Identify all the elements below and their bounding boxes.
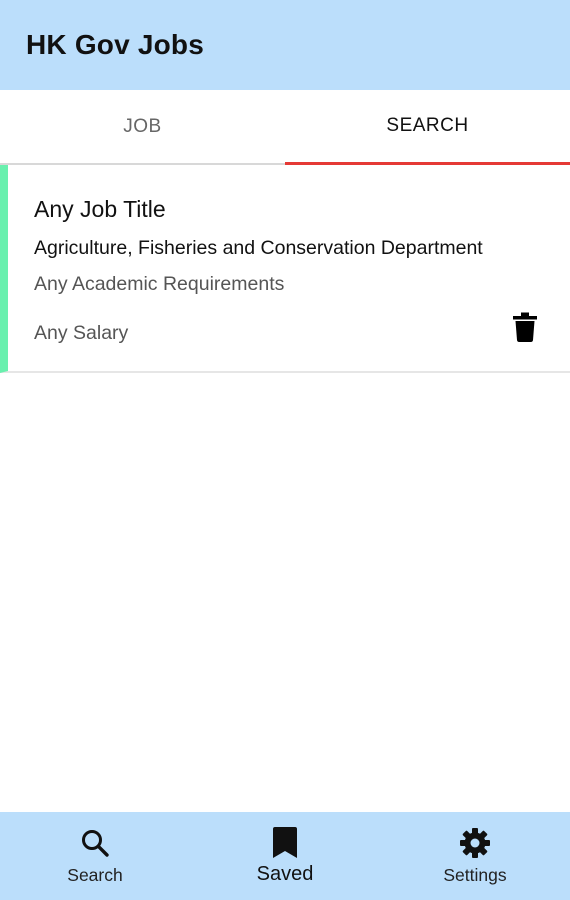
nav-saved[interactable]: Saved — [190, 812, 380, 900]
department-criteria: Agriculture, Fisheries and Conservation … — [34, 237, 483, 259]
nav-settings-label: Settings — [443, 865, 507, 885]
bookmark-icon — [268, 826, 302, 860]
academic-criteria: Any Academic Requirements — [34, 273, 285, 295]
tab-job[interactable]: JOB — [0, 90, 285, 165]
app-bar: HK Gov Jobs — [0, 0, 570, 90]
tab-bar: JOB SEARCH — [0, 90, 570, 165]
salary-criteria: Any Salary — [34, 322, 129, 344]
job-title-criteria: Any Job Title — [34, 196, 166, 222]
nav-settings[interactable]: Settings — [380, 812, 570, 900]
tab-search[interactable]: SEARCH — [285, 90, 570, 165]
bottom-navigation: Search Saved Settings — [0, 812, 570, 900]
nav-search-label: Search — [67, 865, 123, 885]
trash-icon[interactable] — [510, 310, 540, 344]
app-title: HK Gov Jobs — [26, 29, 205, 60]
search-criteria-card[interactable]: Any Job Title Agriculture, Fisheries and… — [0, 165, 570, 373]
nav-saved-label: Saved — [256, 863, 314, 885]
nav-search[interactable]: Search — [0, 812, 190, 900]
search-icon — [78, 826, 112, 860]
gear-icon — [458, 826, 492, 860]
